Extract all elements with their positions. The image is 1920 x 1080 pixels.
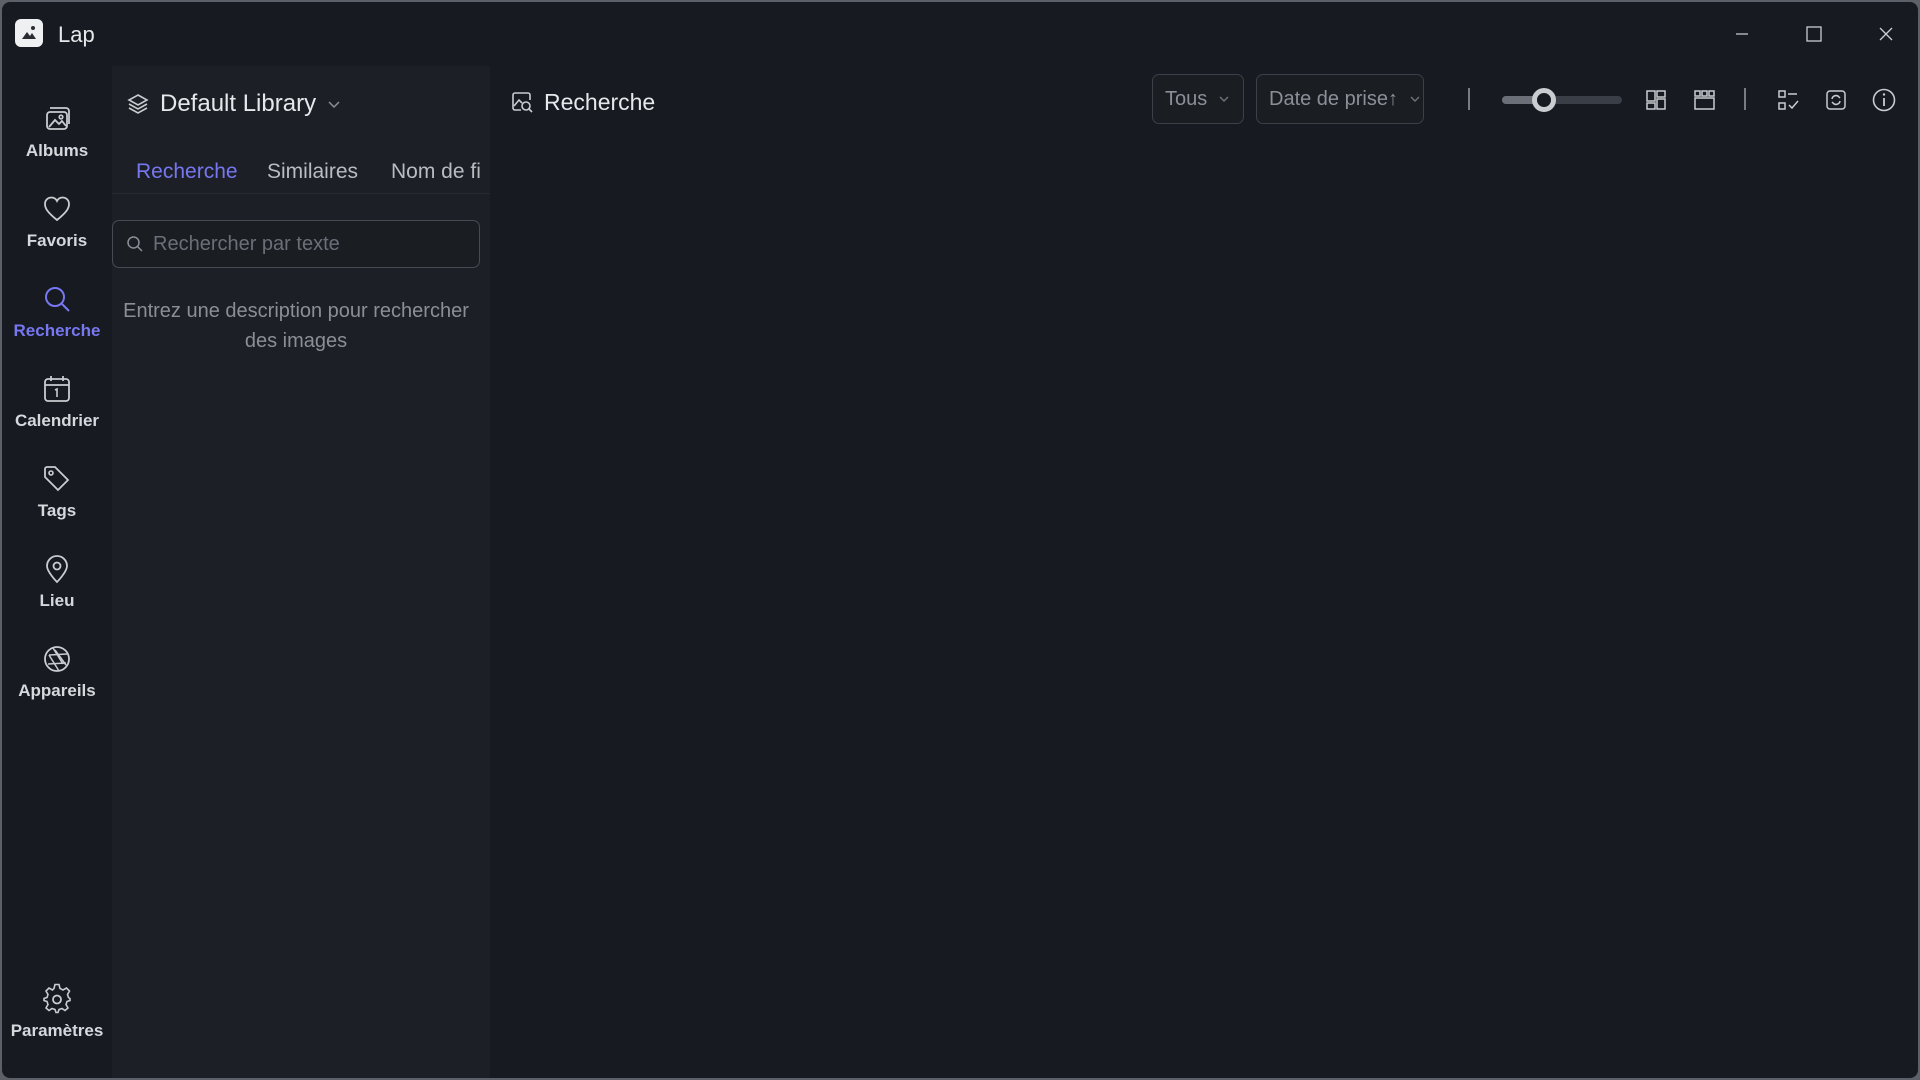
chevron-down-icon — [1410, 96, 1420, 102]
tab-recherche[interactable]: Recherche — [136, 160, 238, 184]
layout-grid-button[interactable] — [1640, 84, 1672, 116]
app-logo-icon — [15, 19, 43, 47]
close-button[interactable] — [1858, 14, 1914, 54]
search-icon — [45, 287, 70, 312]
nav-item-label: Calendrier — [14, 411, 100, 430]
heart-icon — [44, 196, 70, 222]
nav-item-appareils[interactable]: Appareils — [2, 632, 112, 712]
nav-item-label: Favoris — [26, 231, 88, 250]
gear-icon — [43, 983, 71, 1014]
checklist-icon — [1778, 90, 1799, 110]
nav-item-parametres[interactable]: Paramètres — [2, 972, 112, 1052]
tab-nom-de-fichier[interactable]: Nom de fi — [391, 160, 481, 184]
info-button[interactable] — [1868, 84, 1900, 116]
library-selector[interactable]: Default Library — [126, 86, 342, 122]
refresh-frame-icon — [1826, 90, 1846, 110]
page-title: Recherche — [510, 86, 655, 118]
nav-item-recherche[interactable]: Recherche — [2, 272, 112, 352]
minimize-icon — [1736, 33, 1748, 35]
layout-timeline-button[interactable] — [1688, 84, 1720, 116]
search-input[interactable] — [153, 232, 453, 256]
app-window: Lap Albums Favoris Recherche Calendrier … — [2, 2, 1918, 1078]
filter-type-value: Tous — [1165, 87, 1208, 110]
nav-item-label: Albums — [25, 141, 89, 160]
camera-aperture-icon — [44, 646, 70, 672]
maximize-button[interactable] — [1786, 14, 1842, 54]
search-hint: Entrez une description pour rechercher d… — [123, 300, 469, 352]
search-icon — [127, 236, 143, 252]
calendar-icon — [44, 376, 70, 402]
maximize-icon — [1806, 26, 1822, 42]
select-mode-button[interactable] — [1772, 84, 1804, 116]
nav-item-albums[interactable]: Albums — [2, 92, 112, 172]
layers-icon — [127, 94, 149, 114]
filter-type-dropdown[interactable]: Tous — [1152, 74, 1244, 124]
nav-item-label: Tags — [37, 501, 77, 520]
slider-thumb[interactable] — [1532, 88, 1556, 112]
search-tabs: Recherche Similaires Nom de fi — [112, 154, 490, 194]
title-bar: Lap — [2, 2, 1918, 66]
page-title-text: Recherche — [544, 88, 656, 115]
search-panel: Default Library Recherche Similaires Nom… — [112, 66, 490, 1078]
close-icon — [1879, 27, 1893, 41]
text-search-field[interactable] — [112, 220, 480, 268]
minimize-button[interactable] — [1714, 14, 1770, 54]
tag-icon — [44, 466, 70, 492]
nav-item-label: Lieu — [39, 591, 75, 610]
thumbnail-size-slider[interactable] — [1502, 88, 1622, 112]
image-search-icon — [512, 92, 533, 113]
nav-item-label: Recherche — [13, 321, 101, 340]
nav-item-favoris[interactable]: Favoris — [2, 182, 112, 262]
tab-similaires[interactable]: Similaires — [267, 160, 358, 184]
location-pin-icon — [46, 555, 68, 584]
library-name: Default Library — [160, 90, 317, 117]
sort-value: Date de prise↑ — [1269, 87, 1398, 110]
albums-icon — [46, 107, 70, 130]
dashboard-grid-icon — [1646, 90, 1666, 110]
sync-button[interactable] — [1820, 84, 1852, 116]
chevron-down-icon — [328, 101, 340, 109]
sort-dropdown[interactable]: Date de prise↑ — [1256, 74, 1424, 124]
toolbar-divider — [1468, 88, 1470, 110]
timeline-grid-icon — [1694, 90, 1715, 110]
chevron-down-icon — [1219, 96, 1229, 102]
app-title: Lap — [58, 22, 95, 47]
nav-item-label: Appareils — [18, 681, 96, 700]
nav-rail: Albums Favoris Recherche Calendrier Tags… — [2, 66, 112, 1078]
nav-item-lieu[interactable]: Lieu — [2, 542, 112, 622]
nav-item-tags[interactable]: Tags — [2, 452, 112, 532]
info-icon — [1872, 88, 1896, 112]
toolbar-divider — [1744, 88, 1746, 110]
nav-item-label: Paramètres — [10, 1021, 104, 1040]
nav-item-calendrier[interactable]: Calendrier — [2, 362, 112, 442]
